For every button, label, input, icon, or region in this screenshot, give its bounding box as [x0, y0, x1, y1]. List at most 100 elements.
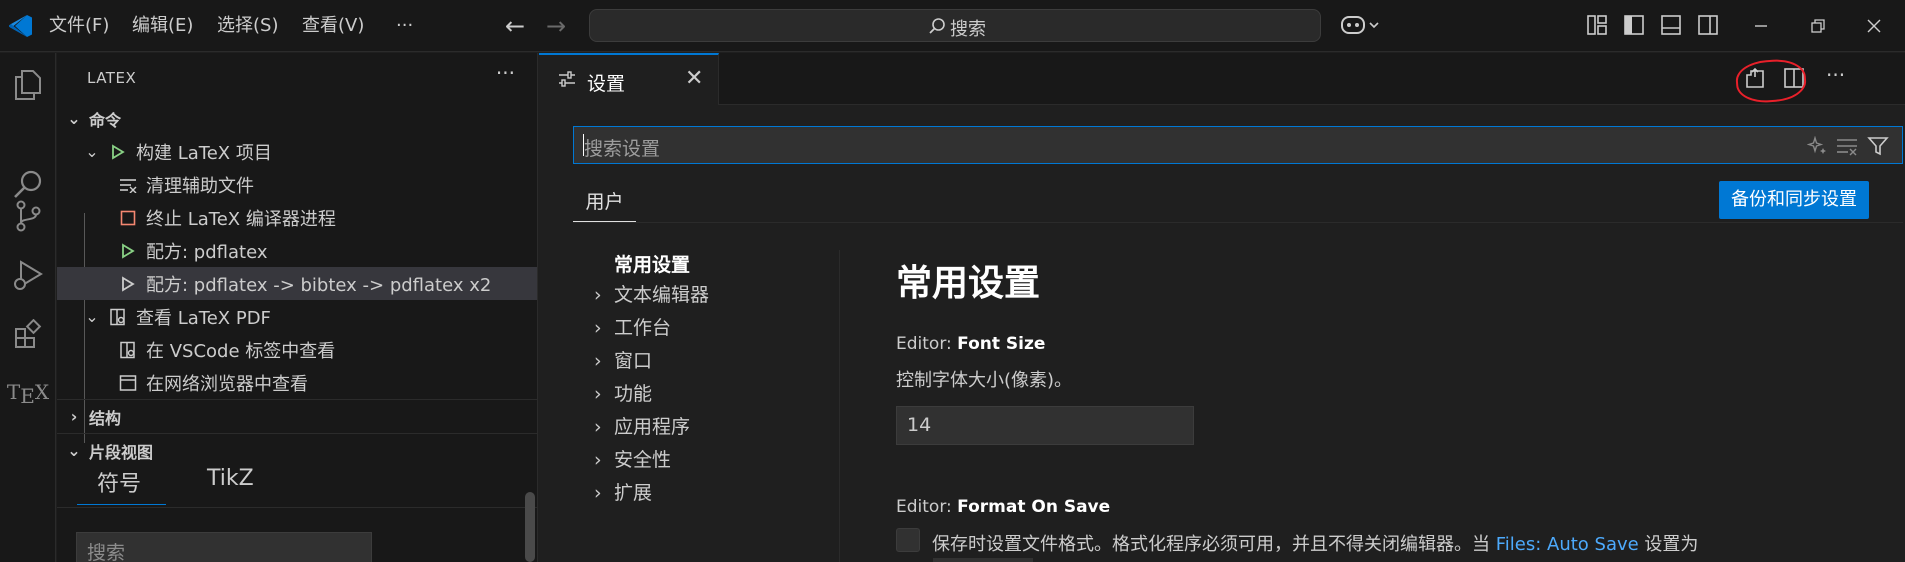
tree-item-label: 配方: pdflatex -> bibtex -> pdflatex x2 [146, 274, 492, 296]
chevron-right-icon: › [594, 482, 602, 504]
toggle-panel-icon[interactable] [1660, 14, 1682, 36]
toc-divider [839, 250, 840, 562]
chevron-down-icon: ⌄ [85, 307, 99, 326]
toggle-secondary-sidebar-icon[interactable] [1697, 14, 1719, 36]
setting-description: 保存时设置文件格式。格式化程序必须可用，并且不得关闭编辑器。当 Files: A… [932, 530, 1698, 556]
menu-view[interactable]: 查看(V) [302, 0, 364, 52]
sidebar-scrollbar[interactable] [525, 492, 535, 562]
toc-item-workbench[interactable]: › 工作台 [594, 313, 671, 343]
minimize-icon[interactable] [1753, 18, 1769, 34]
font-size-input[interactable]: 14 [896, 406, 1194, 445]
toggle-primary-sidebar-icon[interactable] [1623, 14, 1645, 36]
files-auto-save-link[interactable]: Files: Auto Save [1496, 534, 1639, 555]
section-commands[interactable]: ⌄ 命令 [57, 102, 537, 135]
source-control-icon[interactable] [0, 188, 56, 244]
inline-setting-chip[interactable] [933, 558, 1033, 562]
snippet-tab-tikz[interactable]: TikZ [207, 466, 254, 491]
tree-item-label: 清理辅助文件 [146, 175, 254, 197]
section-label: 命令 [89, 110, 122, 130]
setting-title-format-on-save: Editor: Format On Save [896, 497, 1110, 517]
toc-item-window[interactable]: › 窗口 [594, 346, 652, 376]
settings-search-input[interactable]: 搜索设置 [573, 126, 1903, 164]
tree-item-recipe-pdflatex[interactable]: 配方: pdflatex [57, 234, 537, 267]
ai-search-icon[interactable] [1807, 136, 1829, 156]
tree-item-view-pdf[interactable]: ⌄ 查看 LaTeX PDF [57, 300, 537, 333]
tab-user-settings[interactable]: 用户 [573, 182, 636, 222]
scope-divider [573, 222, 1903, 223]
settings-editor: 搜索设置 用户 备份和同步设置 常用设置 › 文本编辑器 › 工作台 › 窗口 › 功能… [539, 106, 1905, 562]
back-arrow-icon[interactable]: ← [505, 12, 525, 40]
tree-item-label: 终止 LaTeX 编译器进程 [146, 208, 336, 230]
chevron-right-icon: › [594, 317, 602, 339]
menu-edit[interactable]: 编辑(E) [132, 0, 193, 52]
close-tab-icon[interactable]: ✕ [685, 66, 703, 91]
chevron-right-icon: › [594, 383, 602, 405]
run-and-debug-icon[interactable] [0, 247, 56, 303]
command-center-label: 搜索 [950, 19, 986, 40]
restore-icon[interactable] [1810, 18, 1826, 34]
settings-search-placeholder: 搜索设置 [584, 138, 661, 160]
setting-description: 控制字体大小(像素)。 [896, 370, 1073, 391]
tree-item-label: 配方: pdflatex [146, 241, 268, 263]
command-center-search[interactable]: 搜索 [589, 9, 1321, 42]
tab-settings[interactable]: 设置 ✕ [539, 53, 719, 105]
tab-label: 设置 [587, 73, 626, 95]
menu-file[interactable]: 文件(F) [49, 0, 109, 52]
menu-more[interactable]: ··· [396, 0, 413, 52]
filter-icon[interactable] [1867, 136, 1889, 156]
open-preview-icon [115, 341, 141, 359]
settings-sliders-icon [559, 71, 575, 87]
toc-label: 扩展 [614, 482, 653, 504]
tree-item-label: 在 VSCode 标签中查看 [146, 340, 336, 362]
tree-item-label: 在网络浏览器中查看 [146, 373, 308, 395]
tree-item-view-in-tab[interactable]: 在 VSCode 标签中查看 [57, 333, 537, 366]
toc-item-features[interactable]: › 功能 [594, 379, 652, 409]
close-window-icon[interactable] [1866, 18, 1882, 34]
customize-layout-icon[interactable] [1586, 14, 1608, 36]
toc-item-application[interactable]: › 应用程序 [594, 412, 690, 442]
more-actions-icon[interactable]: ··· [496, 61, 515, 85]
more-actions-icon[interactable]: ··· [1826, 63, 1845, 87]
chevron-right-icon: › [594, 449, 602, 471]
snippet-search-input[interactable]: 搜索 [76, 532, 372, 562]
play-icon [105, 143, 131, 160]
tree-item-recipe-bibtex[interactable]: 配方: pdflatex -> bibtex -> pdflatex x2 [57, 267, 537, 300]
play-icon [115, 242, 141, 259]
browser-icon [115, 374, 141, 392]
backup-sync-button[interactable]: 备份和同步设置 [1719, 181, 1869, 219]
toc-label: 功能 [614, 383, 653, 405]
snippet-search-placeholder: 搜索 [87, 542, 126, 562]
forward-arrow-icon[interactable]: → [546, 12, 566, 40]
tree-item-kill[interactable]: 终止 LaTeX 编译器进程 [57, 201, 537, 234]
tree-item-build[interactable]: ⌄ 构建 LaTeX 项目 [57, 135, 537, 168]
toc-item-common[interactable]: 常用设置 [614, 250, 690, 280]
extensions-icon[interactable] [0, 307, 56, 363]
toc-label: 安全性 [614, 449, 672, 471]
section-structure[interactable]: › 结构 [57, 400, 537, 433]
toc-label: 应用程序 [614, 416, 691, 438]
clear-all-icon [115, 177, 141, 193]
snippet-tab-symbols[interactable]: 符号 [77, 466, 167, 505]
clear-filter-icon[interactable] [1836, 136, 1858, 156]
toc-item-security[interactable]: › 安全性 [594, 445, 671, 475]
setting-name: Format On Save [957, 497, 1111, 517]
toc-item-extensions[interactable]: › 扩展 [594, 478, 652, 508]
activity-bar: TEX [0, 53, 56, 562]
toc-item-text-editor[interactable]: › 文本编辑器 [594, 280, 709, 310]
chevron-right-icon: › [594, 350, 602, 372]
copilot-icon[interactable] [1340, 13, 1382, 39]
tree-item-clean[interactable]: 清理辅助文件 [57, 168, 537, 201]
explorer-icon[interactable] [0, 57, 56, 113]
sidebar-title: LATEX [87, 69, 137, 87]
section-label: 片段视图 [89, 442, 154, 462]
stop-icon [115, 210, 141, 226]
description-text: 设置为 [1638, 534, 1699, 555]
setting-category: Editor: [896, 334, 958, 354]
toc-label: 文本编辑器 [614, 284, 710, 306]
tex-icon[interactable]: TEX [0, 364, 56, 420]
format-on-save-checkbox[interactable] [896, 528, 920, 552]
tree-item-view-in-browser[interactable]: 在网络浏览器中查看 [57, 366, 537, 399]
menu-selection[interactable]: 选择(S) [217, 0, 278, 52]
section-snippets[interactable]: ⌄ 片段视图 [57, 434, 537, 467]
toc-label: 工作台 [614, 317, 672, 339]
